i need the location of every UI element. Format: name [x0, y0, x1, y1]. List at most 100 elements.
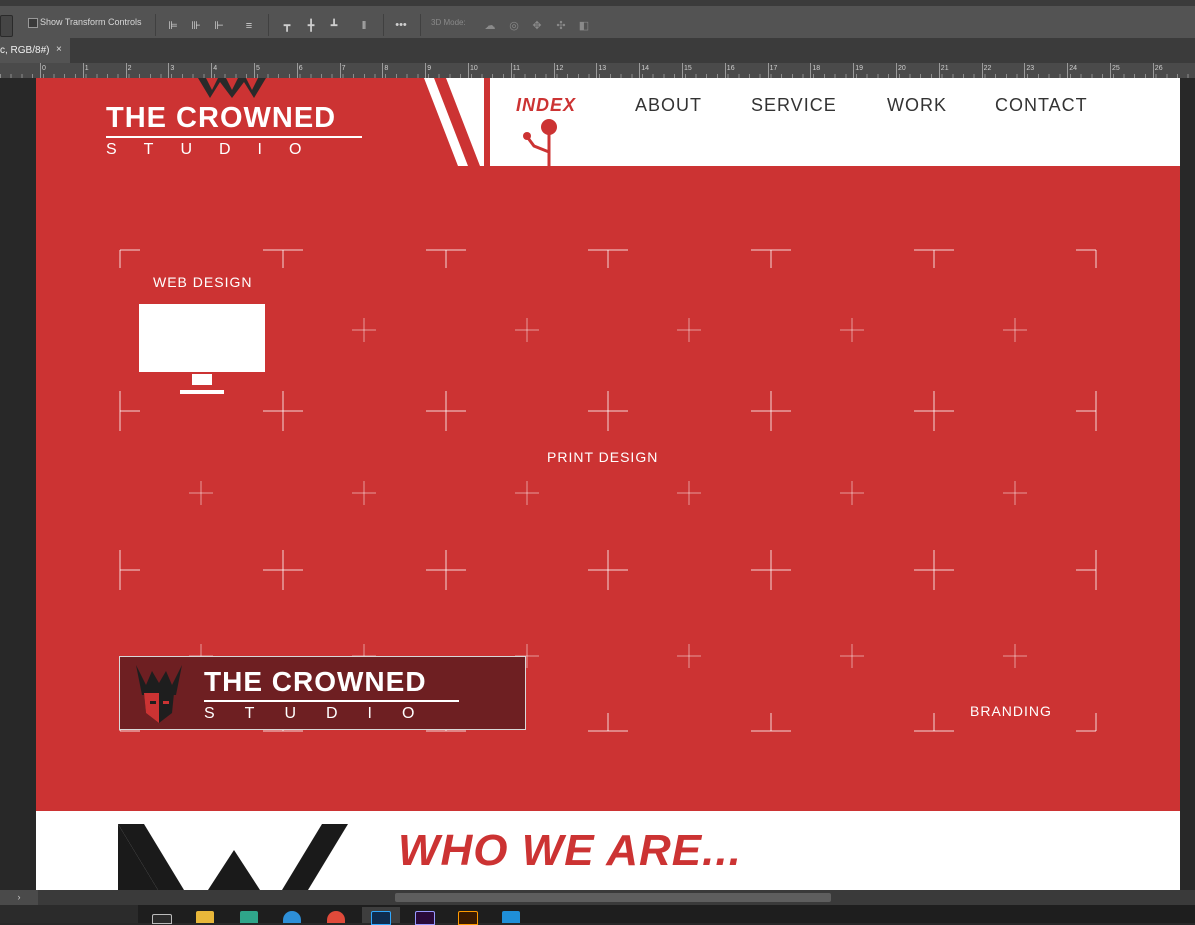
ruler-number: 9: [427, 65, 432, 72]
ruler-major-tick: [1110, 63, 1111, 78]
ruler-number: 24: [1069, 65, 1077, 72]
ruler-major-tick: [981, 63, 983, 78]
document-canvas[interactable]: THE CROWNED STUDIO INDEX ABOUT SERVICE W…: [36, 78, 1180, 890]
distribute-horizontal-icon[interactable]: ≡: [243, 20, 255, 32]
ruler-major-tick: [125, 63, 127, 78]
ruler-number: 1: [84, 65, 89, 72]
nav-item-contact[interactable]: CONTACT: [995, 95, 1088, 116]
ruler-major-tick: [40, 63, 41, 78]
ruler-major-tick: [1152, 63, 1154, 78]
nav-item-index[interactable]: INDEX: [516, 95, 576, 116]
ruler-major-tick: [168, 63, 170, 78]
show-transform-controls-checkbox[interactable]: [28, 18, 38, 28]
taskbar-search-area[interactable]: [0, 905, 138, 923]
more-options-icon[interactable]: •••: [395, 19, 407, 31]
app-icon[interactable]: [240, 911, 258, 923]
ruler-number: 2: [127, 65, 132, 72]
ruler-number: 18: [812, 65, 821, 72]
chrome-icon[interactable]: [327, 911, 345, 923]
ruler-major-tick: [468, 63, 469, 78]
align-left-icon[interactable]: ⊫: [167, 20, 179, 32]
monitor-stand: [192, 374, 212, 385]
document-tab-bar: [0, 38, 1195, 63]
3d-slide-icon[interactable]: ✣: [555, 20, 567, 32]
nav-item-service[interactable]: SERVICE: [751, 95, 837, 116]
logo-card-divider: [204, 700, 459, 702]
ruler-number: 6: [298, 65, 303, 72]
ruler-number: 4: [213, 65, 218, 72]
align-top-icon[interactable]: ┳: [281, 20, 293, 32]
document-tab[interactable]: c, RGB/8#) ×: [0, 38, 70, 63]
logo-card: THE CROWNED STUDIO: [119, 656, 526, 730]
ruler-number: 3: [170, 65, 175, 72]
ruler-number: 17: [769, 65, 778, 72]
logo-subtitle: STUDIO: [106, 141, 329, 158]
ruler-major-tick: [510, 63, 512, 78]
align-bottom-icon[interactable]: ┻: [328, 20, 340, 32]
service-print-design[interactable]: PRINT DESIGN: [547, 449, 658, 465]
ruler-major-tick: [382, 63, 384, 78]
logo-divider: [106, 136, 362, 138]
distribute-vertical-icon[interactable]: ‖: [358, 20, 370, 32]
nav-item-about[interactable]: ABOUT: [635, 95, 702, 116]
ruler-major-tick: [339, 63, 341, 78]
3d-roll-icon[interactable]: ◎: [508, 20, 520, 32]
ruler-number: 7: [341, 65, 346, 72]
separator: [420, 14, 421, 36]
scrollbar-thumb[interactable]: [395, 893, 831, 902]
monitor-base: [180, 390, 224, 394]
ruler-major-tick: [1067, 63, 1069, 78]
logo-card-subtitle: STUDIO: [204, 705, 445, 722]
ruler-number: 20: [898, 65, 906, 72]
edge-icon[interactable]: [283, 911, 301, 923]
ruler-number: 11: [512, 65, 521, 72]
scroll-left-arrow-icon[interactable]: ›: [0, 890, 38, 905]
align-middle-icon[interactable]: ╋: [305, 20, 317, 32]
service-web-design[interactable]: WEB DESIGN: [153, 274, 252, 290]
file-explorer-icon[interactable]: [196, 911, 214, 923]
ruler-number: 8: [384, 65, 389, 72]
horizontal-ruler[interactable]: 0 1 2 3 4 5 6 7 8 9 10 11 12 13 14 15 16 17 18 19 20 21 22 23 24…: [0, 63, 1195, 78]
ruler-major-tick: [211, 63, 213, 78]
ruler-major-tick: [553, 63, 555, 78]
nav-item-work[interactable]: WORK: [887, 95, 947, 116]
service-branding[interactable]: BRANDING: [970, 703, 1052, 719]
ruler-number: 21: [940, 65, 949, 72]
ruler-major-tick: [810, 63, 812, 78]
separator: [383, 14, 384, 36]
section-heading: WHO WE ARE...: [398, 826, 742, 875]
document-tab-title: c, RGB/8#): [0, 45, 50, 56]
logo-card-title: THE CROWNED: [204, 666, 427, 697]
3d-scale-icon[interactable]: ◧: [578, 20, 590, 32]
close-tab-icon[interactable]: ×: [56, 44, 62, 55]
ruler-number: 22: [983, 65, 992, 72]
ruler-number: 23: [1026, 65, 1035, 72]
ruler-major-tick: [639, 63, 641, 78]
store-icon[interactable]: [502, 911, 520, 923]
ruler-number: 5: [256, 65, 260, 72]
monitor-icon: [139, 304, 265, 372]
3d-pan-icon[interactable]: ✥: [531, 20, 543, 32]
ruler-major-tick: [254, 63, 255, 78]
ruler-major-tick: [767, 63, 769, 78]
3d-orbit-icon[interactable]: ☁: [484, 20, 496, 32]
ruler-number: 14: [641, 65, 649, 72]
ruler-major-tick: [296, 63, 298, 78]
slash-decoration: [424, 78, 484, 166]
3d-mode-label: 3D Mode:: [431, 18, 466, 27]
ruler-number: 19: [855, 65, 863, 72]
ruler-major-tick: [1024, 63, 1026, 78]
crown-icon: [198, 78, 266, 98]
align-center-icon[interactable]: ⊪: [190, 20, 202, 32]
ruler-number: 26: [1154, 65, 1163, 72]
ruler-number: 10: [470, 65, 478, 72]
ruler-major-tick: [596, 63, 598, 78]
taskbar: [0, 905, 1195, 923]
ruler-number: 13: [598, 65, 607, 72]
nav-indicator-icon: [523, 119, 557, 166]
align-right-icon[interactable]: ⊩: [213, 20, 225, 32]
separator: [155, 14, 156, 36]
tool-preset-dropdown[interactable]: [0, 15, 13, 37]
options-bar: Show Transform Controls ⊫ ⊪ ⊩ ≡ ┳ ╋ ┻ ‖ …: [0, 0, 1195, 38]
ruler-number: 0: [42, 65, 46, 72]
